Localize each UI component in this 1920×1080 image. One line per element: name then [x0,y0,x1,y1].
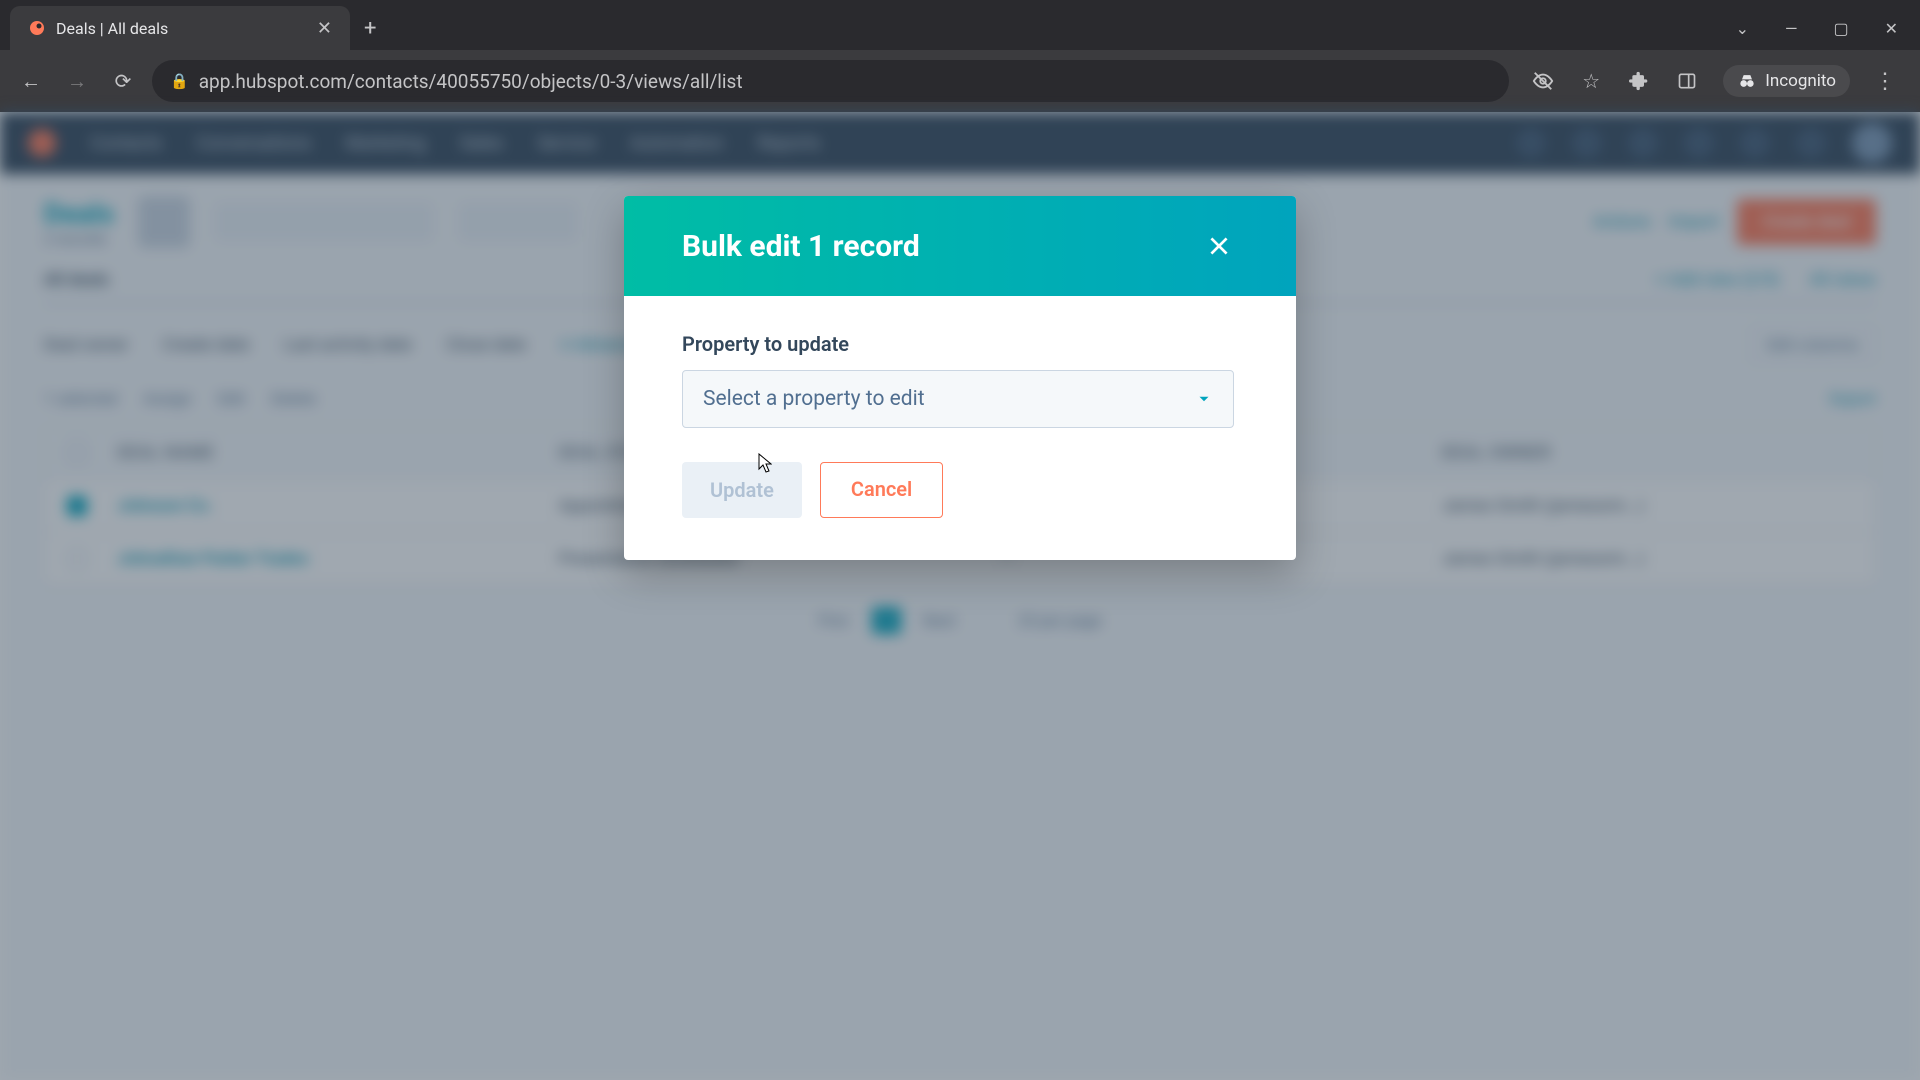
cancel-button[interactable]: Cancel [820,462,943,518]
modal-actions: Update Cancel [682,462,1238,518]
tabs-dropdown-icon[interactable]: ⌄ [1736,19,1749,38]
eye-off-icon[interactable] [1531,69,1555,93]
minimize-icon[interactable]: — [1785,19,1798,38]
chevron-down-icon [1195,390,1213,408]
extensions-icon[interactable] [1627,69,1651,93]
browser-toolbar-right: ☆ Incognito ⋮ [1521,65,1906,97]
select-placeholder: Select a property to edit [703,387,1195,411]
url-text: app.hubspot.com/contacts/40055750/object… [199,70,743,93]
browser-tab[interactable]: Deals | All deals ✕ [10,6,350,50]
bookmark-star-icon[interactable]: ☆ [1579,69,1603,93]
tab-title: Deals | All deals [56,19,307,38]
window-controls: ⌄ — ▢ ✕ [1736,6,1920,50]
property-select[interactable]: Select a property to edit [682,370,1234,428]
modal-title: Bulk edit 1 record [682,229,920,264]
close-tab-icon[interactable]: ✕ [317,18,332,39]
browser-menu-icon[interactable]: ⋮ [1874,69,1896,94]
update-button[interactable]: Update [682,462,802,518]
property-field-label: Property to update [682,332,1238,356]
incognito-icon [1737,71,1757,91]
incognito-chip[interactable]: Incognito [1723,65,1850,97]
reload-button[interactable]: ⟳ [106,64,140,98]
back-button[interactable]: ← [14,64,48,98]
tab-bar: Deals | All deals ✕ + ⌄ — ▢ ✕ [0,0,1920,50]
maximize-icon[interactable]: ▢ [1833,19,1848,38]
new-tab-button[interactable]: + [350,6,390,50]
browser-chrome: Deals | All deals ✕ + ⌄ — ▢ ✕ ← → ⟳ 🔒 ap… [0,0,1920,112]
modal-header: Bulk edit 1 record [624,196,1296,296]
address-row: ← → ⟳ 🔒 app.hubspot.com/contacts/4005575… [0,50,1920,112]
side-panel-icon[interactable] [1675,69,1699,93]
address-bar[interactable]: 🔒 app.hubspot.com/contacts/40055750/obje… [152,60,1509,102]
incognito-label: Incognito [1765,71,1836,91]
close-window-icon[interactable]: ✕ [1885,19,1898,38]
close-modal-button[interactable] [1200,227,1238,265]
modal-body: Property to update Select a property to … [624,296,1296,560]
close-icon [1206,233,1232,259]
bulk-edit-modal: Bulk edit 1 record Property to update Se… [624,196,1296,560]
forward-button[interactable]: → [60,64,94,98]
lock-icon: 🔒 [170,72,189,90]
hubspot-favicon-icon [28,19,46,37]
